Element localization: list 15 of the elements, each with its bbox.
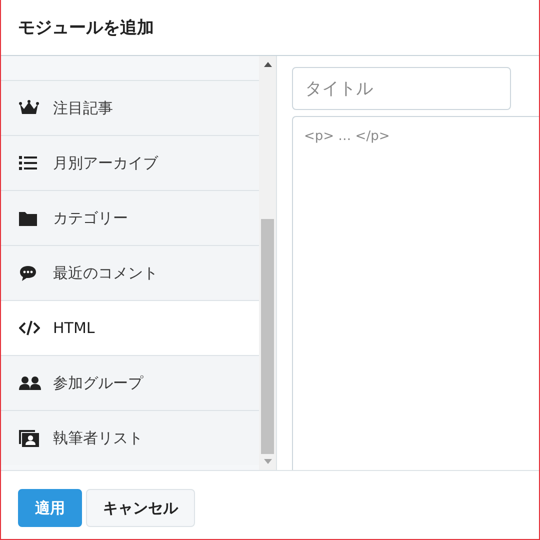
list-icon xyxy=(19,156,37,170)
dialog-title: モジュールを追加 xyxy=(18,17,154,39)
html-textarea[interactable]: <p> … </p> xyxy=(292,116,539,470)
users-icon xyxy=(19,376,41,390)
cancel-button[interactable]: キャンセル xyxy=(86,489,195,527)
crown-icon xyxy=(19,100,39,116)
contact-card-icon xyxy=(19,430,39,446)
comment-icon xyxy=(19,265,37,281)
folder-icon xyxy=(19,210,37,226)
code-icon xyxy=(19,320,40,336)
module-list-item[interactable]: HTML xyxy=(1,300,259,355)
title-input[interactable]: タイトル xyxy=(292,67,511,110)
scroll-down-icon[interactable] xyxy=(264,459,272,464)
scroll-up-icon[interactable] xyxy=(264,62,272,67)
scrollbar[interactable] xyxy=(259,56,277,470)
